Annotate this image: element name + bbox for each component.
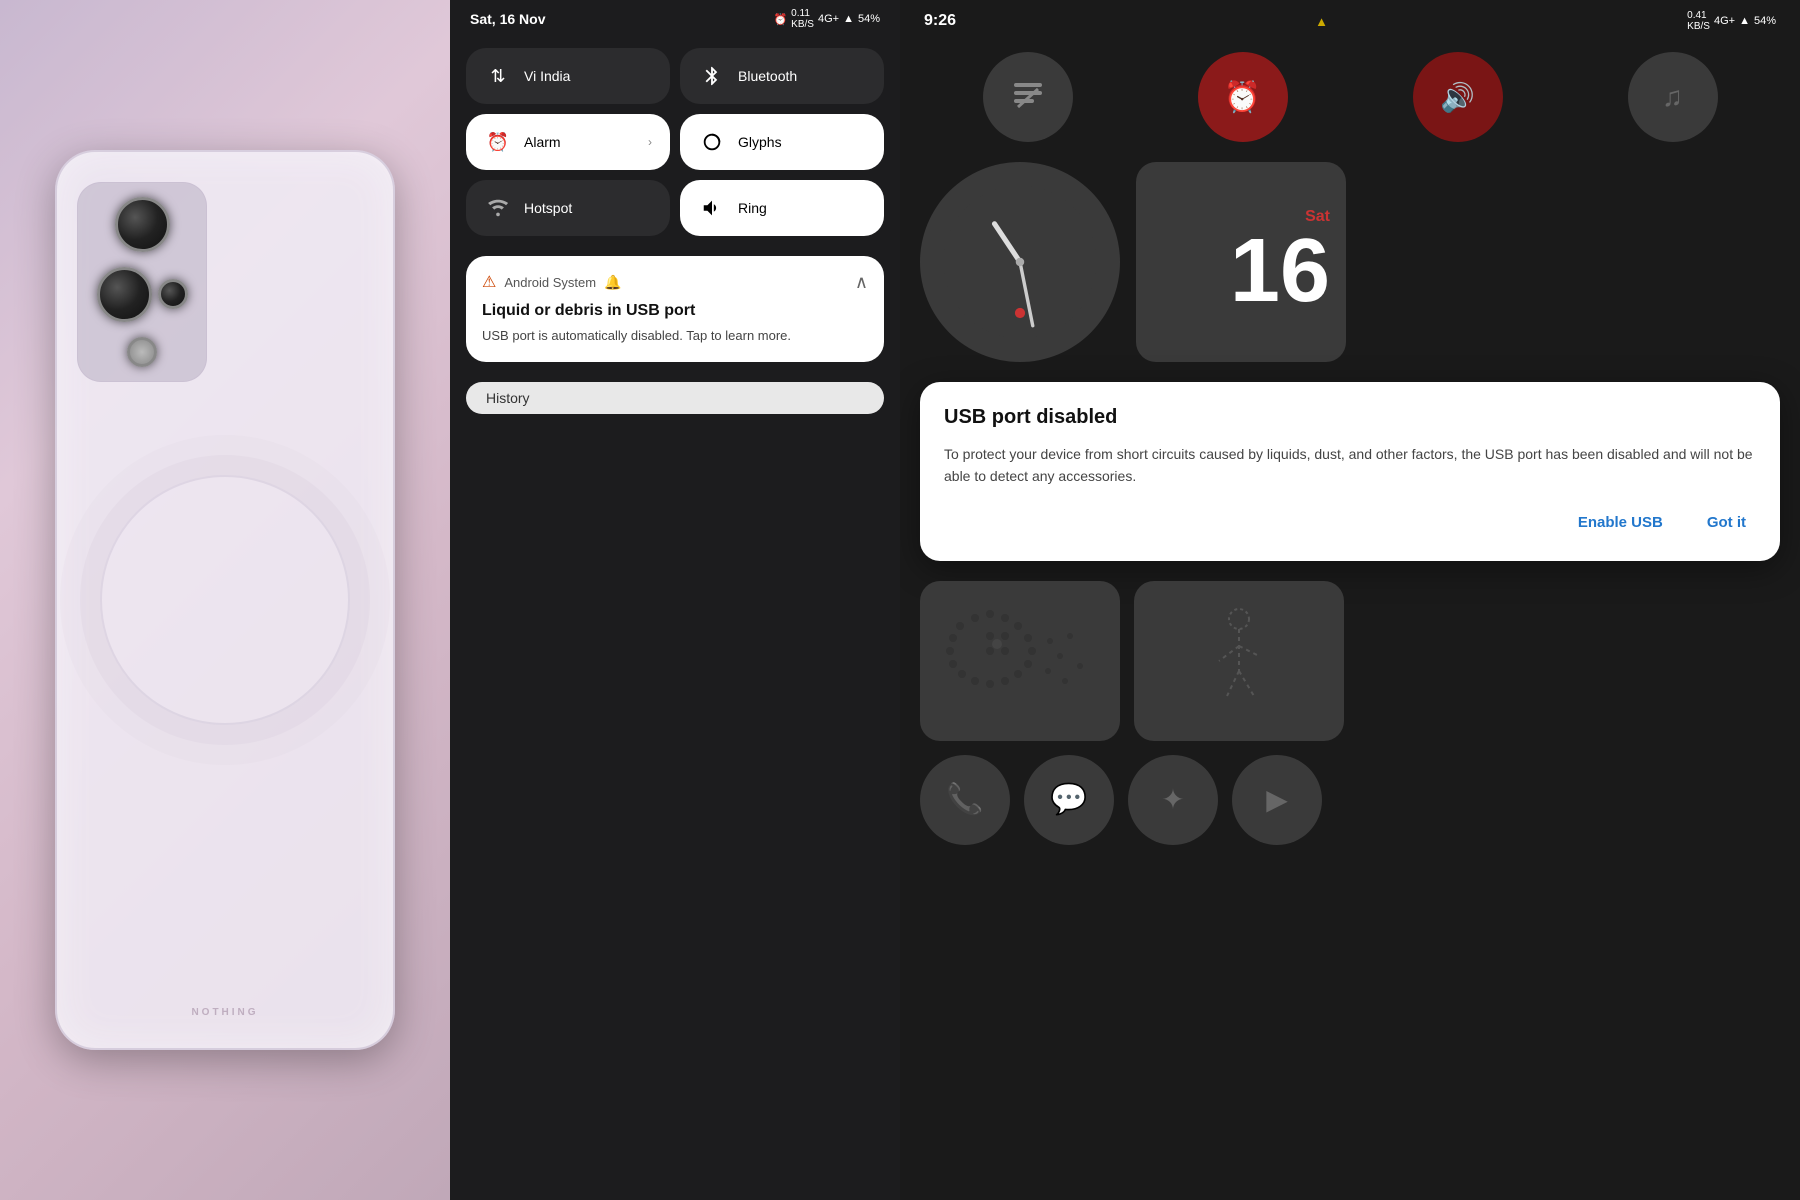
camera-lens-flash <box>127 337 157 367</box>
bluetooth-label: Bluetooth <box>738 68 797 84</box>
tile-ring[interactable]: Ring <box>680 180 884 236</box>
messages-icon: 💬 <box>1050 782 1087 817</box>
right-time: 9:26 <box>924 12 956 30</box>
brand-label: NOTHING <box>191 1007 258 1018</box>
tile-bluetooth[interactable]: Bluetooth <box>680 48 884 104</box>
camera-lens-main <box>115 197 170 252</box>
notification-header: ⚠ Android System 🔔 ∧ <box>482 272 868 292</box>
left-panel: NOTHING <box>0 0 450 1200</box>
bottom-app-row: 📞 💬 ✦ ▶ <box>920 755 1780 845</box>
activity-widget[interactable] <box>1134 581 1344 741</box>
notification-title: Liquid or debris in USB port <box>482 302 868 320</box>
hotspot-label: Hotspot <box>524 200 572 216</box>
warning-icon: ⚠ <box>482 272 496 292</box>
right-network-speed: 0.41KB/S <box>1687 10 1710 32</box>
bluetooth-icon <box>698 62 726 90</box>
camera-lens-tertiary <box>158 279 188 309</box>
app-icon-streams[interactable] <box>983 52 1073 142</box>
glyphs-label: Glyphs <box>738 134 782 150</box>
app-icon-messages[interactable]: 💬 <box>1024 755 1114 845</box>
dot-grid-widget[interactable] <box>920 581 1120 741</box>
bottom-widget-row <box>920 581 1780 741</box>
vi-india-icon: ⇅ <box>484 62 512 90</box>
hotspot-icon <box>484 194 512 222</box>
spotify-icon-symbol: ♫ <box>1662 81 1683 113</box>
app-icon-glyph[interactable]: ✦ <box>1128 755 1218 845</box>
usb-dialog: USB port disabled To protect your device… <box>920 382 1780 561</box>
notification-source-label: Android System <box>504 275 596 290</box>
glyphs-icon <box>698 128 726 156</box>
app-icon-spotify[interactable]: ♫ <box>1628 52 1718 142</box>
right-status-icons: 0.41KB/S 4G+ ▲ 54% <box>1687 10 1776 32</box>
alarm-tile-icon: ⏰ <box>484 128 512 156</box>
notification-body: USB port is automatically disabled. Tap … <box>482 326 868 346</box>
battery-level: 54% <box>858 13 880 25</box>
widgets-row: Sat 16 <box>900 152 1800 372</box>
enable-usb-button[interactable]: Enable USB <box>1568 508 1673 537</box>
status-bar: Sat, 16 Nov ⏰ 0.11KB/S 4G+ ▲ 54% <box>450 0 900 38</box>
status-date: Sat, 16 Nov <box>470 11 545 27</box>
ring-label: Ring <box>738 200 767 216</box>
tile-alarm[interactable]: ⏰ Alarm › <box>466 114 670 170</box>
alarm-arrow: › <box>648 135 652 149</box>
alarm-label: Alarm <box>524 134 561 150</box>
notification-bell-icon: 🔔 <box>604 274 621 291</box>
quick-tiles: ⇅ Vi India Bluetooth ⏰ Alarm › <box>450 38 900 246</box>
person-svg <box>1199 601 1279 721</box>
usb-dialog-title: USB port disabled <box>944 406 1756 429</box>
wireless-charging-circle <box>100 475 350 725</box>
volume-icon-symbol: 🔊 <box>1440 81 1475 114</box>
notification-source: ⚠ Android System 🔔 <box>482 272 622 292</box>
right-status-bar: 9:26 ▲ 0.41KB/S 4G+ ▲ 54% <box>900 0 1800 42</box>
app-icon-alarm[interactable]: ⏰ <box>1198 52 1288 142</box>
usb-dialog-body: To protect your device from short circui… <box>944 443 1756 488</box>
usb-dialog-actions: Enable USB Got it <box>944 508 1756 537</box>
app-icon-volume[interactable]: 🔊 <box>1413 52 1503 142</box>
dot-grid-svg <box>940 596 1100 726</box>
right-panel: 9:26 ▲ 0.41KB/S 4G+ ▲ 54% ⏰ 🔊 ♫ <box>900 0 1800 1200</box>
clock-widget[interactable] <box>920 162 1120 362</box>
right-warning-icon: ▲ <box>1315 14 1328 29</box>
right-network-type: 4G+ <box>1714 15 1735 27</box>
vi-india-label: Vi India <box>524 68 570 84</box>
signal-icon: ▲ <box>843 13 854 25</box>
calendar-day-number: 16 <box>1230 226 1330 316</box>
ring-icon <box>698 194 726 222</box>
collapse-button[interactable]: ∧ <box>855 273 868 291</box>
phone-back: NOTHING <box>55 150 395 1050</box>
alarm-icon: ⏰ <box>773 13 787 26</box>
network-speed: 0.11KB/S <box>791 8 814 30</box>
tile-vi-india[interactable]: ⇅ Vi India <box>466 48 670 104</box>
history-button[interactable]: History <box>466 382 884 414</box>
top-icon-row: ⏰ 🔊 ♫ <box>900 42 1800 152</box>
status-icons: ⏰ 0.11KB/S 4G+ ▲ 54% <box>773 8 880 30</box>
alarm-icon-symbol: ⏰ <box>1224 80 1261 115</box>
glyph-icon: ✦ <box>1161 783 1184 816</box>
got-it-button[interactable]: Got it <box>1697 508 1756 537</box>
bottom-icon-rows: 📞 💬 ✦ ▶ <box>900 571 1800 855</box>
camera-module <box>77 182 207 382</box>
tile-glyphs[interactable]: Glyphs <box>680 114 884 170</box>
clock-face <box>935 177 1105 347</box>
app-icon-phone[interactable]: 📞 <box>920 755 1010 845</box>
right-signal-icon: ▲ <box>1739 15 1750 27</box>
network-type: 4G+ <box>818 13 839 25</box>
right-battery: 54% <box>1754 15 1776 27</box>
app-icon-youtube[interactable]: ▶ <box>1232 755 1322 845</box>
youtube-icon: ▶ <box>1266 783 1288 816</box>
camera-lens-secondary <box>97 267 152 322</box>
tile-hotspot[interactable]: Hotspot <box>466 180 670 236</box>
middle-panel: Sat, 16 Nov ⏰ 0.11KB/S 4G+ ▲ 54% ⇅ Vi In… <box>450 0 900 1200</box>
notification-card[interactable]: ⚠ Android System 🔔 ∧ Liquid or debris in… <box>466 256 884 362</box>
phone-icon: 📞 <box>946 782 983 817</box>
calendar-widget[interactable]: Sat 16 <box>1136 162 1346 362</box>
